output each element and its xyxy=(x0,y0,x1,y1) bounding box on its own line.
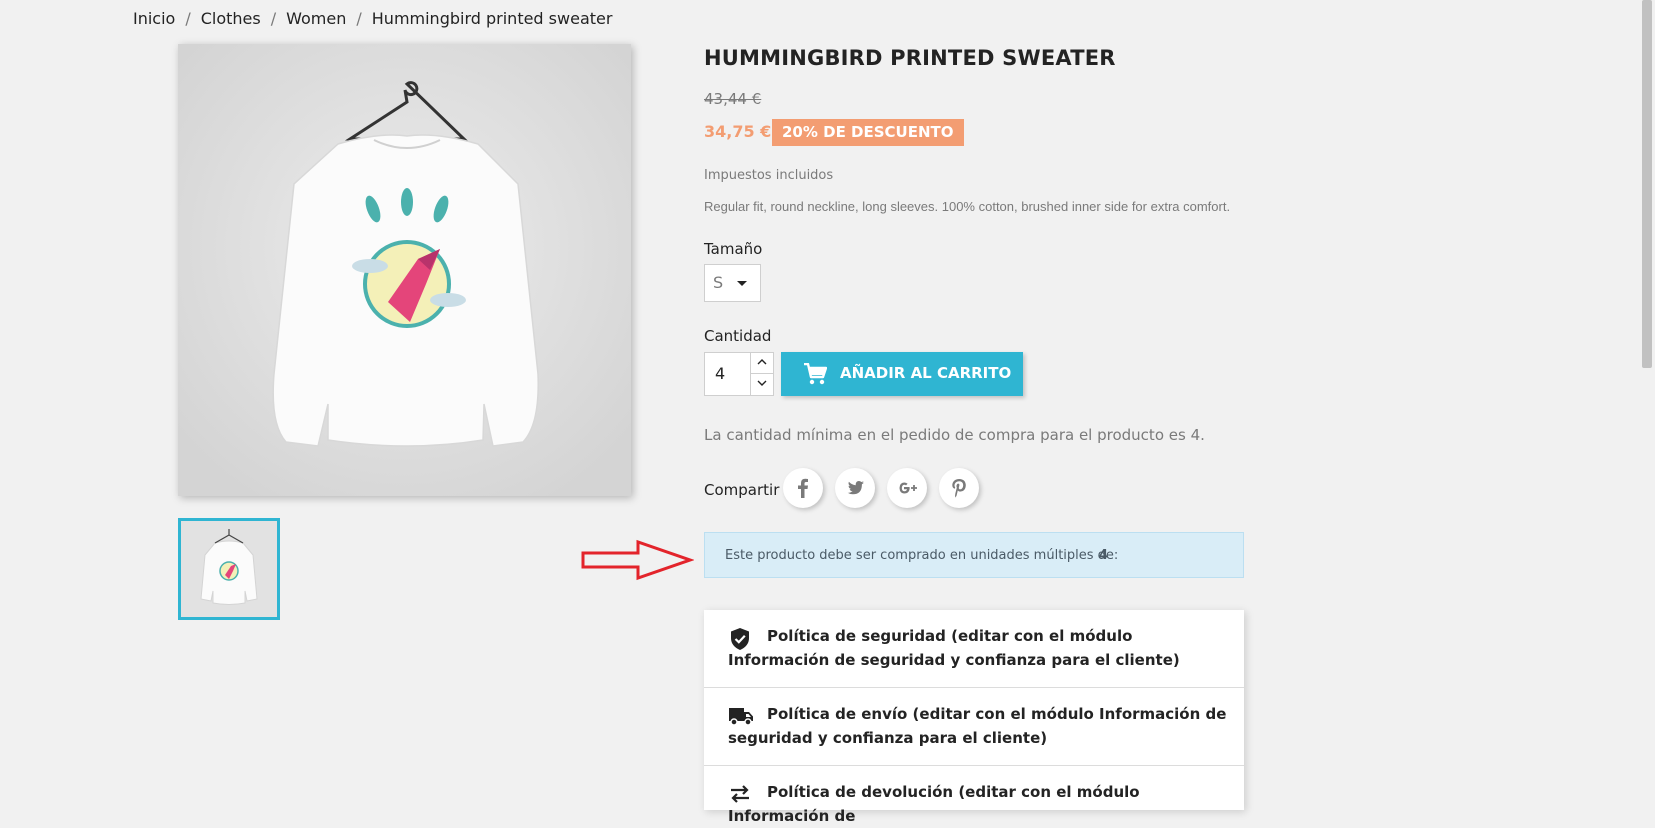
breadcrumb-women[interactable]: Women xyxy=(286,9,346,28)
twitter-icon xyxy=(847,481,864,495)
add-to-cart-button[interactable]: AÑADIR AL CARRITO xyxy=(781,352,1023,396)
breadcrumb-separator: / xyxy=(185,9,191,28)
quantity-stepper[interactable]: 4 xyxy=(704,352,774,396)
size-select[interactable]: S xyxy=(704,264,761,302)
reassurance-item-returns: Política de devolución (editar con el mó… xyxy=(704,766,1244,826)
google-plus-icon xyxy=(899,482,917,494)
current-price: 34,75 € xyxy=(704,122,772,141)
share-twitter-button[interactable] xyxy=(835,468,875,508)
page-scrollbar[interactable] xyxy=(1638,0,1655,802)
quantity-input[interactable]: 4 xyxy=(715,364,725,383)
multiples-info-alert: Este producto debe ser comprado en unida… xyxy=(704,532,1244,578)
facebook-icon xyxy=(798,478,808,498)
caret-down-icon xyxy=(737,281,747,286)
quantity-decrement-button[interactable] xyxy=(750,374,773,395)
minimum-quantity-note: La cantidad mínima en el pedido de compr… xyxy=(704,426,1205,444)
quantity-label: Cantidad xyxy=(704,327,772,345)
reassurance-item-shipping: Política de envío (editar con el módulo … xyxy=(704,688,1244,766)
breadcrumb-current: Hummingbird printed sweater xyxy=(371,9,613,28)
chevron-down-icon xyxy=(757,380,767,386)
share-google-plus-button[interactable] xyxy=(887,468,927,508)
quantity-increment-button[interactable] xyxy=(750,353,773,374)
product-description: Regular fit, round neckline, long sleeve… xyxy=(704,199,1231,214)
reassurance-panel: Política de seguridad (editar con el mód… xyxy=(704,610,1244,825)
breadcrumb-clothes[interactable]: Clothes xyxy=(201,9,261,28)
reassurance-text: Política de seguridad (editar con el mód… xyxy=(728,627,1180,669)
discount-badge: 20% DE DESCUENTO xyxy=(772,119,964,146)
tax-label: Impuestos incluidos xyxy=(704,168,834,183)
product-title: HUMMINGBIRD PRINTED SWEATER xyxy=(704,46,1116,70)
breadcrumb: Inicio / Clothes / Women / Hummingbird printed… xyxy=(133,9,612,28)
multiples-info-text: Este producto debe ser comprado en unida… xyxy=(725,548,1119,563)
add-to-cart-label: AÑADIR AL CARRITO xyxy=(840,364,1012,382)
breadcrumb-separator: / xyxy=(270,9,277,28)
reassurance-item-security: Política de seguridad (editar con el mód… xyxy=(704,610,1244,688)
share-pinterest-button[interactable] xyxy=(939,468,979,508)
share-label: Compartir xyxy=(704,481,780,499)
product-cover-image[interactable] xyxy=(178,44,631,496)
breadcrumb-home[interactable]: Inicio xyxy=(133,9,175,28)
product-thumbnail[interactable] xyxy=(178,518,280,620)
regular-price: 43,44 € xyxy=(704,90,762,108)
share-facebook-button[interactable] xyxy=(783,468,823,508)
annotation-arrow-icon xyxy=(581,539,694,581)
chevron-up-icon xyxy=(757,359,767,365)
multiples-info-value: 4 xyxy=(1099,548,1109,563)
breadcrumb-separator: / xyxy=(356,9,362,28)
size-select-value: S xyxy=(713,273,724,292)
pinterest-icon xyxy=(952,479,966,498)
reassurance-text: Política de envío (editar con el módulo … xyxy=(728,705,1227,747)
shopping-cart-icon xyxy=(804,363,827,385)
reassurance-text: Política de devolución (editar con el mó… xyxy=(728,783,1140,825)
scrollbar-thumb[interactable] xyxy=(1642,0,1652,368)
size-label: Tamaño xyxy=(704,240,763,258)
